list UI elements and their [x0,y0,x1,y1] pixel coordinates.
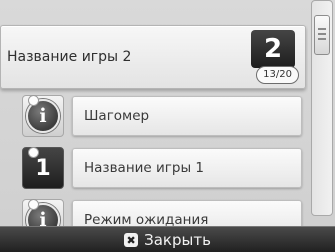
list-item-pedometer[interactable]: i Шагомер [0,91,306,141]
app-screen: Название игры 2 2 13/20 i Шагомер 1 Назв… [0,0,335,252]
bottom-bar: ✖ Закрыть [0,226,335,252]
grip-line [318,33,326,35]
game-number-badge: 2 [251,30,295,68]
list-item-label: Шагомер [84,108,150,124]
close-label: Закрыть [144,231,211,249]
notch-dot [28,199,39,210]
close-icon: ✖ [124,233,139,247]
close-button[interactable]: ✖ Закрыть [124,231,211,249]
grip-line [318,28,326,30]
scrollbar[interactable] [311,0,333,216]
list-item-selected[interactable]: Название игры 2 2 13/20 [0,25,306,89]
notch-dot [28,147,39,158]
list-item-game-1[interactable]: 1 Название игры 1 [0,143,306,193]
list-item-sleep-mode[interactable]: i Режим ожидания [0,195,306,226]
scroll-thumb[interactable] [314,15,330,55]
progress-count: 13/20 [256,66,299,84]
list-item-label: Название игры 2 [7,49,132,65]
list-item-label: Режим ожидания [84,212,209,226]
app-list: Название игры 2 2 13/20 i Шагомер 1 Назв… [0,0,308,226]
list-item-label: Название игры 1 [84,160,205,176]
notch-dot [28,95,39,106]
grip-line [318,38,326,40]
